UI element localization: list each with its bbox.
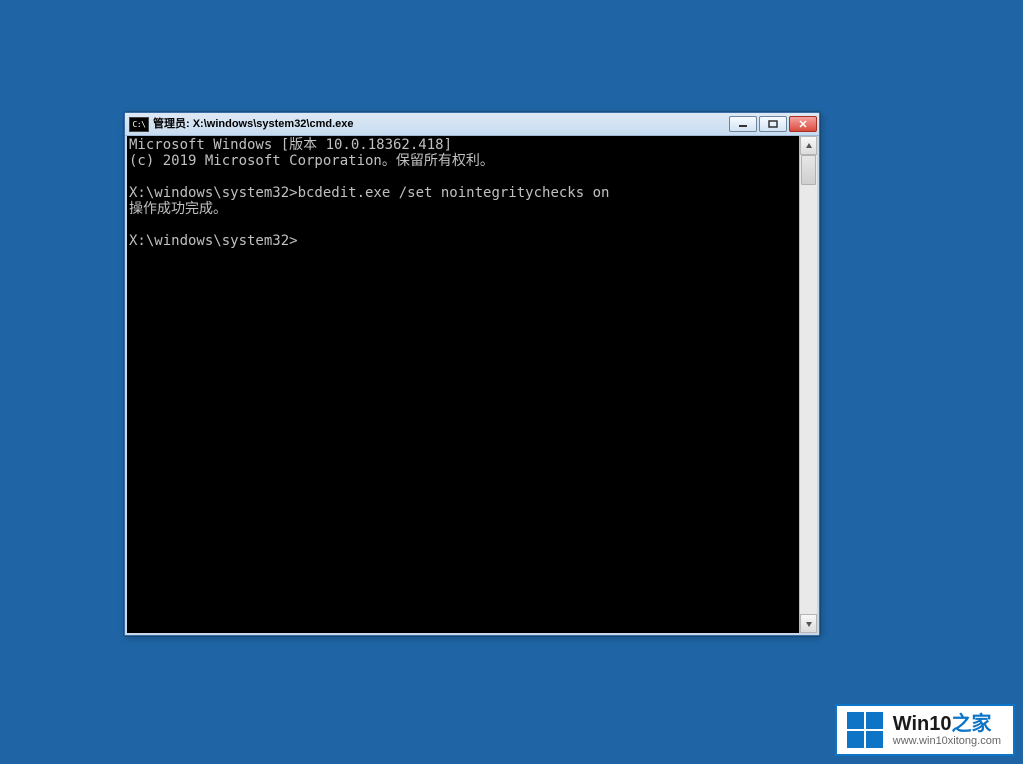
console-output[interactable]: Microsoft Windows [版本 10.0.18362.418] (c… — [127, 136, 799, 633]
console-line: (c) 2019 Microsoft Corporation。保留所有权利。 — [129, 153, 494, 169]
scroll-up-button[interactable] — [800, 136, 817, 155]
console-prompt: X:\windows\system32> — [129, 185, 298, 201]
titlebar[interactable]: C:\ 管理员: X:\windows\system32\cmd.exe — [125, 113, 819, 136]
watermark-title-prefix: Win10 — [893, 713, 952, 735]
close-button[interactable] — [789, 116, 817, 132]
cmd-icon: C:\ — [129, 117, 149, 132]
cmd-window: C:\ 管理员: X:\windows\system32\cmd.exe Mic… — [124, 112, 820, 636]
console-command: bcdedit.exe /set nointegritychecks on — [298, 185, 610, 201]
watermark-url: www.win10xitong.com — [893, 735, 1001, 747]
scroll-thumb[interactable] — [801, 155, 816, 185]
console-line: 操作成功完成。 — [129, 201, 227, 217]
scroll-track[interactable] — [800, 155, 817, 614]
minimize-button[interactable] — [729, 116, 757, 132]
vertical-scrollbar[interactable] — [799, 136, 817, 633]
windows-logo-icon — [847, 712, 883, 748]
window-title: 管理员: X:\windows\system32\cmd.exe — [153, 119, 725, 130]
maximize-button[interactable] — [759, 116, 787, 132]
window-buttons — [729, 116, 817, 132]
console-prompt: X:\windows\system32> — [129, 233, 298, 249]
scroll-down-button[interactable] — [800, 614, 817, 633]
watermark-text: Win10之家 www.win10xitong.com — [893, 713, 1001, 747]
client-area: Microsoft Windows [版本 10.0.18362.418] (c… — [125, 136, 819, 635]
console-line: Microsoft Windows [版本 10.0.18362.418] — [129, 137, 452, 153]
watermark-title-suffix: 之家 — [952, 713, 992, 735]
watermark-badge: Win10之家 www.win10xitong.com — [835, 704, 1015, 756]
